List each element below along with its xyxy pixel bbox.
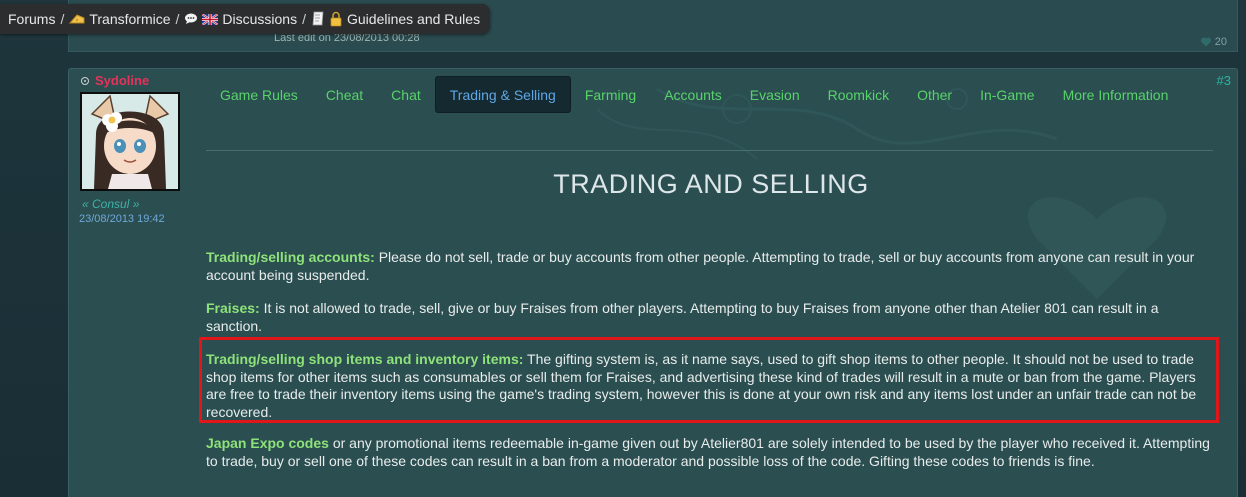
post-number[interactable]: #3 (1217, 73, 1231, 88)
scroll-icon (312, 11, 324, 26)
tab-trading-selling[interactable]: Trading & Selling (434, 76, 571, 113)
status-icon (81, 76, 89, 85)
tab-farming[interactable]: Farming (571, 76, 650, 113)
heart-icon (1200, 37, 1211, 47)
tab-more-information[interactable]: More Information (1049, 76, 1183, 113)
previous-post-likes[interactable]: 20 (1200, 36, 1227, 48)
breadcrumb-separator: / (175, 11, 180, 27)
section-title: TRADING AND SELLING (553, 169, 869, 199)
post-date: 23/08/2013 19:42 (79, 213, 165, 225)
tab-roomkick[interactable]: Roomkick (814, 76, 903, 113)
rule-heading: Trading/selling accounts: (206, 249, 375, 265)
breadcrumb-separator: / (302, 11, 306, 27)
rule-heading: Fraises: (206, 300, 260, 316)
breadcrumb-guidelines[interactable]: Guidelines and Rules (311, 11, 480, 27)
tab-chat[interactable]: Chat (377, 76, 435, 113)
rules-tabs: Game Rules Cheat Chat Trading & Selling … (206, 76, 1216, 113)
breadcrumb-forums[interactable]: Forums (8, 11, 55, 27)
breadcrumb-forums-label: Forums (8, 11, 56, 27)
cheese-icon (69, 14, 85, 24)
user-rank: « Consul » (82, 197, 140, 211)
rule-text: It is not allowed to trade, sell, give o… (206, 300, 1159, 334)
rule-paragraph-japan-expo: Japan Expo codes or any promotional item… (206, 435, 1216, 470)
avatar-image (82, 94, 178, 189)
rule-text: or any promotional items redeemable in-g… (206, 435, 1210, 469)
breadcrumb: Forums / Transformice / Discussions / Gu… (0, 4, 491, 34)
breadcrumb-transformice[interactable]: Transformice (69, 11, 171, 27)
post-author[interactable]: Sydoline (81, 73, 149, 88)
tab-other[interactable]: Other (903, 76, 966, 113)
likes-count: 20 (1214, 36, 1227, 48)
speech-bubble-icon (185, 13, 198, 24)
rule-paragraph-accounts: Trading/selling accounts: Please do not … (206, 249, 1216, 284)
tabs-divider (206, 150, 1213, 151)
forum-post: Sydoline « Consul » 23/08/2013 19:42 #3 … (68, 68, 1238, 497)
breadcrumb-separator: / (60, 11, 65, 27)
avatar[interactable] (80, 92, 180, 191)
breadcrumb-discussions[interactable]: Discussions (184, 11, 297, 27)
rule-heading: Japan Expo codes (206, 435, 329, 451)
tab-accounts[interactable]: Accounts (650, 76, 736, 113)
breadcrumb-discussions-label: Discussions (222, 11, 298, 27)
breadcrumb-guidelines-label: Guidelines and Rules (347, 11, 481, 27)
breadcrumb-transformice-label: Transformice (89, 11, 171, 27)
rule-paragraph-shop-items: Trading/selling shop items and inventory… (206, 351, 1216, 421)
tab-evasion[interactable]: Evasion (736, 76, 814, 113)
tab-game-rules[interactable]: Game Rules (206, 76, 312, 113)
lock-icon (330, 11, 342, 27)
rule-paragraph-fraises: Fraises: It is not allowed to trade, sel… (206, 300, 1216, 335)
tab-cheat[interactable]: Cheat (312, 76, 377, 113)
tab-in-game[interactable]: In-Game (966, 76, 1048, 113)
post-author-name: Sydoline (95, 73, 150, 88)
rule-heading: Trading/selling shop items and inventory… (206, 351, 524, 367)
uk-flag-icon (202, 13, 219, 25)
